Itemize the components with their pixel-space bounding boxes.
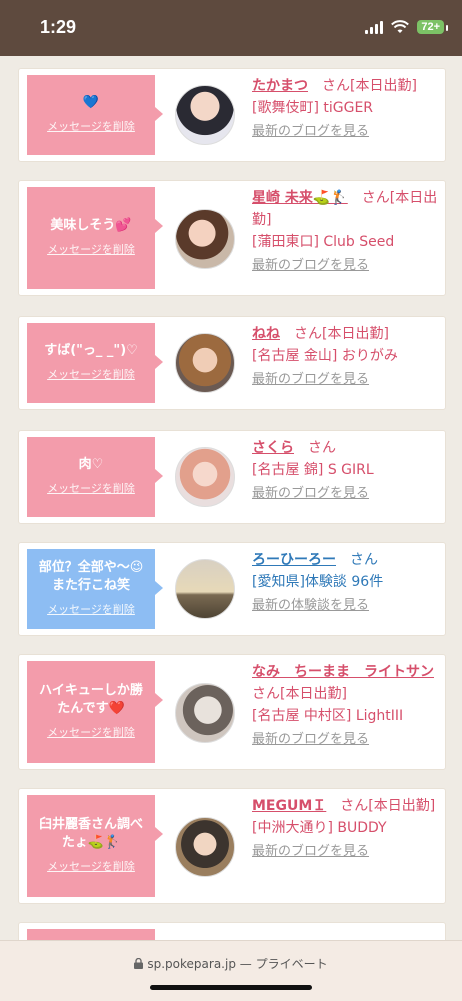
status-icons: 72+ — [365, 20, 448, 34]
message-text: すば("っ_ _")♡ — [44, 343, 138, 358]
avatar[interactable] — [175, 447, 235, 507]
cast-info: 星崎 未来⛳🏌️ さん[本日出勤] [蒲田東口] Club Seed 最新のブロ… — [252, 187, 442, 277]
cast-name-link[interactable]: なみ ちーまま ライトサン — [252, 664, 434, 680]
message-text: ハイキューしか勝たんです❤️ — [39, 683, 143, 716]
blog-link[interactable]: 最新のブログを見る — [252, 841, 442, 863]
shop-name: [蒲田東口] Club Seed — [252, 234, 395, 250]
message-text: 肉♡ — [78, 457, 104, 472]
message-card: 美味しそう💕 メッセージを削除 星崎 未来⛳🏌️ さん[本日出勤] [蒲田東口]… — [18, 180, 446, 296]
message-card: 肉♡ メッセージを削除 さくら さん [名古屋 錦] S GIRL 最新のブログ… — [18, 430, 446, 524]
home-indicator[interactable] — [150, 985, 312, 990]
message-text: 💙 — [82, 95, 100, 110]
honorific: さん — [340, 798, 369, 814]
blog-link[interactable]: 最新のブログを見る — [252, 121, 442, 143]
message-card: 臼井麗香さん調べたょ⛳🏌️ メッセージを削除 MEGUMＩ さん[本日出勤] [… — [18, 788, 446, 904]
cast-info: ねね さん[本日出勤] [名古屋 金山] おりがみ 最新のブログを見る — [252, 323, 442, 391]
signal-icon — [365, 20, 384, 34]
message-bubble: 💙 メッセージを削除 — [27, 75, 163, 155]
shop-name: [中洲大通り] BUDDY — [252, 820, 387, 836]
honorific: さん — [322, 78, 350, 94]
delete-message-link[interactable]: メッセージを削除 — [47, 858, 135, 876]
shop-name: [名古屋 中村区] LightIII — [252, 708, 404, 724]
honorific: さん — [350, 552, 378, 568]
cast-info: ろーひーろー さん [愛知県]体験談 96件 最新の体験談を見る — [252, 549, 442, 617]
url-text: sp.pokepara.jp — [147, 957, 236, 971]
message-bubble: すば("っ_ _")♡ メッセージを削除 — [27, 323, 163, 403]
status-tag: [本日出勤] — [368, 798, 436, 814]
wifi-icon — [391, 20, 410, 33]
blog-link[interactable]: 最新のブログを見る — [252, 729, 442, 751]
review-link[interactable]: 最新の体験談を見る — [252, 595, 442, 617]
shop-name: [名古屋 金山] おりがみ — [252, 348, 398, 364]
delete-message-link[interactable]: メッセージを削除 — [47, 601, 135, 619]
message-card: 💙 メッセージを削除 たかまつ さん[本日出勤] [歌舞伎町] tiGGER 最… — [18, 68, 446, 162]
status-time: 1:29 — [40, 17, 77, 37]
delete-message-link[interactable]: メッセージを削除 — [47, 241, 135, 259]
honorific: さん — [252, 686, 280, 702]
reviewer-name-link[interactable]: ろーひーろー — [252, 552, 336, 568]
status-tag: [本日出勤] — [322, 326, 389, 342]
message-text: 美味しそう💕 — [50, 218, 132, 233]
cast-name-link[interactable]: たかまつ — [252, 78, 308, 94]
cast-name-link[interactable]: ねね — [252, 326, 280, 342]
cast-info: MEGUMＩ さん[本日出勤] [中洲大通り] BUDDY 最新のブログを見る — [252, 795, 442, 863]
status-tag: [本日出勤] — [350, 78, 417, 94]
blog-link[interactable]: 最新のブログを見る — [252, 255, 442, 277]
message-text: 臼井麗香さん調べたょ⛳🏌️ — [38, 817, 143, 850]
cast-info: たかまつ さん[本日出勤] [歌舞伎町] tiGGER 最新のブログを見る — [252, 75, 442, 143]
blog-link[interactable]: 最新のブログを見る — [252, 483, 442, 505]
message-bubble: 肉♡ メッセージを削除 — [27, 437, 163, 517]
honorific: さん — [308, 440, 336, 456]
review-count: [愛知県]体験談 96件 — [252, 574, 384, 590]
browser-address-bar[interactable]: sp.pokepara.jp — プライベート — [0, 940, 462, 1001]
status-bar: 1:29 72+ — [0, 0, 462, 56]
avatar[interactable] — [175, 559, 235, 619]
message-bubble: 部位？全部や〜😉また行こね笑 メッセージを削除 — [27, 549, 163, 629]
delete-message-link[interactable]: メッセージを削除 — [47, 366, 135, 384]
message-bubble: 臼井麗香さん調べたょ⛳🏌️ メッセージを削除 — [27, 795, 163, 897]
shop-name: [名古屋 錦] S GIRL — [252, 462, 374, 478]
cast-name-link[interactable]: MEGUMＩ — [252, 798, 326, 814]
cast-info: さくら さん [名古屋 錦] S GIRL 最新のブログを見る — [252, 437, 442, 505]
avatar[interactable] — [175, 85, 235, 145]
avatar[interactable] — [175, 209, 235, 269]
message-text: 部位？全部や〜😉また行こね笑 — [38, 560, 144, 593]
delete-message-link[interactable]: メッセージを削除 — [47, 480, 135, 498]
cast-name-link[interactable]: 星崎 未来⛳🏌️ — [252, 190, 348, 206]
lock-icon — [134, 957, 144, 969]
delete-message-link[interactable]: メッセージを削除 — [47, 118, 135, 136]
status-tag: [本日出勤] — [280, 686, 347, 702]
message-bubble: ハイキューしか勝たんです❤️ メッセージを削除 — [27, 661, 163, 763]
delete-message-link[interactable]: メッセージを削除 — [47, 724, 135, 742]
avatar[interactable] — [175, 683, 235, 743]
private-label: — プライベート — [239, 957, 328, 971]
avatar[interactable] — [175, 817, 235, 877]
cast-info: なみ ちーまま ライトサン さん[本日出勤] [名古屋 中村区] LightII… — [252, 661, 442, 751]
cast-name-link[interactable]: さくら — [252, 440, 294, 456]
battery-icon: 72+ — [417, 20, 448, 34]
message-card: すば("っ_ _")♡ メッセージを削除 ねね さん[本日出勤] [名古屋 金山… — [18, 316, 446, 410]
message-card: 部位？全部や〜😉また行こね笑 メッセージを削除 ろーひーろー さん [愛知県]体… — [18, 542, 446, 636]
blog-link[interactable]: 最新のブログを見る — [252, 369, 442, 391]
avatar[interactable] — [175, 333, 235, 393]
url-display[interactable]: sp.pokepara.jp — プライベート — [0, 955, 462, 972]
honorific: さん — [361, 190, 390, 206]
message-bubble: 美味しそう💕 メッセージを削除 — [27, 187, 163, 289]
shop-name: [歌舞伎町] tiGGER — [252, 100, 374, 116]
honorific: さん — [294, 326, 322, 342]
message-card: ハイキューしか勝たんです❤️ メッセージを削除 なみ ちーまま ライトサン さん… — [18, 654, 446, 770]
